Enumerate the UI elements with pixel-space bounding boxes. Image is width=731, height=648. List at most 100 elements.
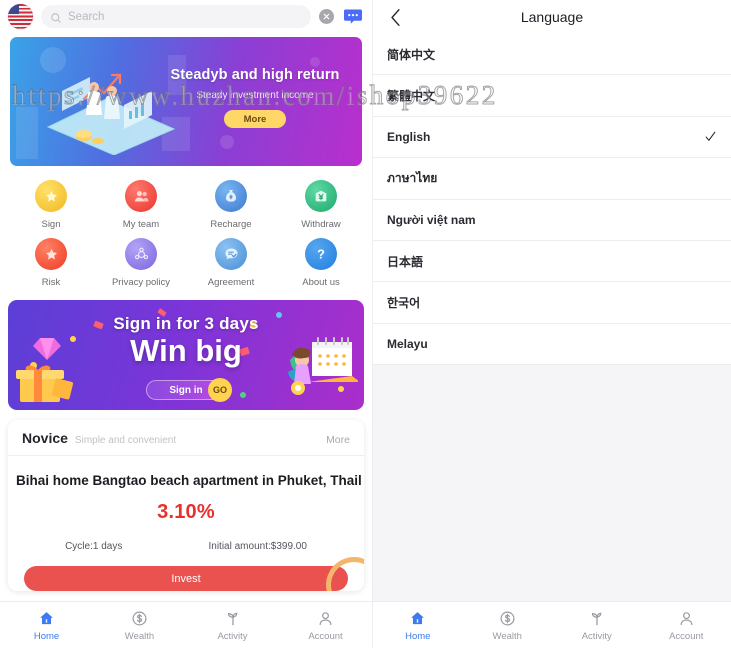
language-name: English (387, 129, 431, 144)
group-subtitle: Simple and convenient (74, 435, 177, 446)
hero-banner[interactable]: Steadyb and high return Steady investmen… (10, 37, 362, 166)
language-name: 한국어 (387, 296, 421, 311)
quick-menu-grid: Sign My team Recharge Withdraw Risk Priv… (0, 166, 372, 300)
nav-label: Home (33, 631, 60, 642)
language-row-english[interactable]: English (373, 116, 731, 159)
language-row-japanese[interactable]: 日本語 (373, 240, 731, 283)
star-badge-icon (35, 180, 67, 212)
menu-item-agreement[interactable]: Agreement (186, 238, 276, 288)
language-name: 简体中文 (387, 47, 436, 62)
person-icon (317, 608, 334, 628)
language-row-korean[interactable]: 한국어 (373, 282, 731, 324)
us-flag-avatar[interactable] (8, 4, 33, 29)
home-screen: Search Steadyb and high return Steady in… (0, 0, 372, 648)
nav-label: Home (405, 631, 431, 642)
flag-canton (8, 4, 19, 14)
menu-label: Agreement (207, 277, 255, 288)
menu-label: Withdraw (301, 219, 341, 230)
dollar-icon (131, 608, 148, 628)
menu-label: Privacy policy (111, 277, 171, 288)
search-placeholder: Search (68, 10, 105, 23)
language-list: 简体中文 繁體中文 English ภาษาไทย Người việt nam… (373, 34, 731, 366)
hero-bubble (220, 135, 234, 149)
menu-item-about-us[interactable]: ? About us (276, 238, 366, 288)
language-header: Language (373, 0, 731, 34)
group-more-link[interactable]: More (326, 434, 350, 446)
nav-item-home[interactable]: Home (373, 608, 463, 642)
language-row-thai[interactable]: ภาษาไทย (373, 158, 731, 200)
hero-bubble (310, 57, 320, 67)
nav-item-account[interactable]: Account (642, 608, 731, 642)
language-row-malay[interactable]: Melayu (373, 323, 731, 366)
nav-item-home[interactable]: Home (0, 608, 93, 642)
nav-item-activity[interactable]: Activity (186, 608, 279, 642)
product-rate: 3.10% (157, 501, 215, 523)
language-name: Người việt nam (387, 212, 476, 227)
hero-more-button[interactable]: More (224, 110, 286, 128)
confetti (240, 392, 246, 398)
invest-button[interactable]: Invest (24, 566, 348, 591)
home-icon (409, 608, 426, 628)
bottom-navigation: Home Wealth Activity Account (0, 601, 372, 648)
menu-item-sign[interactable]: Sign (6, 180, 96, 230)
nav-label: Wealth (492, 631, 522, 642)
hero-copy: Steadyb and high return Steady investmen… (160, 67, 350, 128)
chat-bubble-icon[interactable] (342, 7, 364, 27)
nav-label: Activity (217, 631, 248, 642)
sprout-icon (588, 608, 606, 628)
menu-item-risk[interactable]: Risk (6, 238, 96, 288)
checkmark-icon (703, 130, 717, 143)
chevron-left-icon[interactable] (383, 0, 407, 34)
product-meta: Cycle:1 days Initial amount:$399.00 (8, 524, 364, 552)
menu-item-recharge[interactable]: Recharge (186, 180, 276, 230)
star-shield-icon (35, 238, 67, 270)
menu-label: About us (302, 277, 340, 288)
search-icon (50, 11, 62, 23)
product-initial-amount: Initial amount:$399.00 (208, 541, 307, 552)
dual-screen-container: Search Steadyb and high return Steady in… (0, 0, 731, 648)
product-card-header: Novice Simple and convenient More (8, 420, 364, 456)
language-name: 繁體中文 (387, 89, 436, 104)
language-screen: Language 简体中文 繁體中文 English ภาษาไทย Người… (372, 0, 731, 648)
nav-label: Account (308, 631, 343, 642)
language-row-zh-cn[interactable]: 简体中文 (373, 34, 731, 76)
signin-promo-banner[interactable]: Sign in for 3 days Win big Sign in GO (8, 300, 364, 410)
sprout-icon (224, 608, 242, 628)
privacy-lock-icon (125, 238, 157, 270)
menu-item-privacy-policy[interactable]: Privacy policy (96, 238, 186, 288)
product-card: Novice Simple and convenient More Bihai … (8, 420, 364, 591)
promo-line2: Win big (130, 333, 242, 368)
hero-title: Steadyb and high return (170, 67, 340, 83)
menu-label: Sign (41, 219, 61, 230)
yen-wallet-icon (305, 180, 337, 212)
product-cycle: Cycle:1 days (65, 541, 123, 552)
nav-item-wealth[interactable]: Wealth (463, 608, 553, 642)
promo-go-button[interactable]: GO (208, 378, 232, 402)
menu-item-withdraw[interactable]: Withdraw (276, 180, 366, 230)
nav-label: Activity (581, 631, 612, 642)
nav-label: Account (669, 631, 704, 642)
money-bag-icon (215, 180, 247, 212)
language-row-zh-tw[interactable]: 繁體中文 (373, 75, 731, 117)
promo-text: Sign in for 3 days Win big (8, 314, 364, 368)
nav-item-activity[interactable]: Activity (552, 608, 642, 642)
agreement-icon (215, 238, 247, 270)
question-icon: ? (305, 238, 337, 270)
person-icon (678, 608, 695, 628)
language-name: 日本語 (387, 254, 424, 269)
nav-item-account[interactable]: Account (279, 608, 372, 642)
language-row-vietnamese[interactable]: Người việt nam (373, 199, 731, 241)
menu-label: My team (122, 219, 160, 230)
svg-text:?: ? (317, 247, 325, 262)
menu-label: Recharge (210, 219, 252, 230)
nav-item-wealth[interactable]: Wealth (93, 608, 186, 642)
language-name: ภาษาไทย (387, 170, 438, 185)
promo-line1: Sign in for 3 days (113, 314, 259, 333)
page-title: Language (520, 9, 584, 25)
search-input[interactable]: Search (41, 5, 311, 28)
clear-circle-icon[interactable] (319, 9, 334, 24)
dollar-icon (499, 608, 516, 628)
menu-item-my-team[interactable]: My team (96, 180, 186, 230)
nav-label: Wealth (124, 631, 155, 642)
hero-subtitle: Steady investment income (196, 90, 314, 101)
